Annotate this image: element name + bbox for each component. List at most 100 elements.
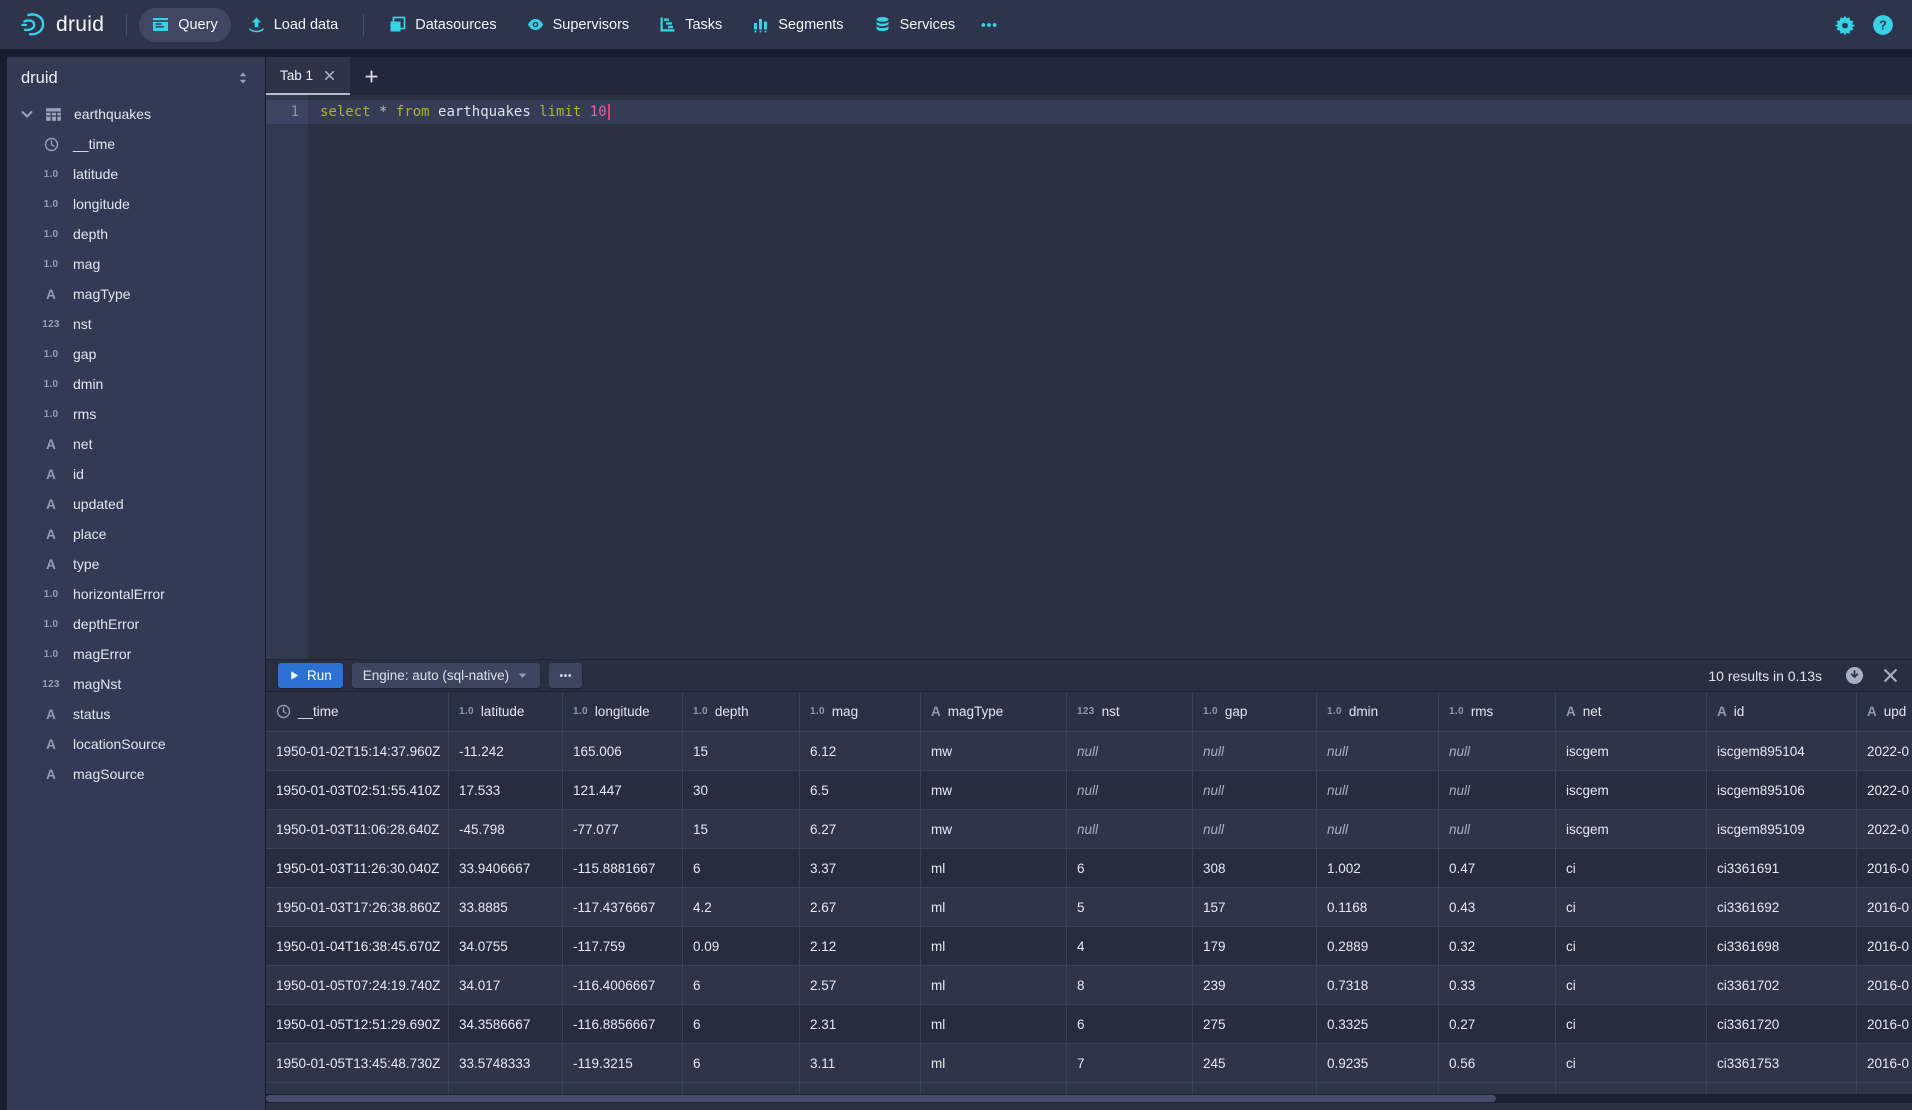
table-cell[interactable]: 5	[1067, 888, 1193, 927]
tab-close-icon[interactable]	[323, 69, 336, 82]
table-cell[interactable]: ci	[1556, 849, 1707, 888]
nav-more-button[interactable]	[968, 8, 1010, 42]
table-cell[interactable]: 6.5	[800, 771, 921, 810]
table-cell[interactable]: -117.4376667	[563, 888, 683, 927]
table-cell[interactable]: null	[1067, 771, 1193, 810]
table-cell[interactable]: 1950-01-03T11:26:30.040Z	[266, 849, 449, 888]
table-cell[interactable]: 6	[683, 1005, 800, 1044]
table-cell[interactable]: 2016-0	[1857, 849, 1912, 888]
column-header-id[interactable]: Aid	[1707, 692, 1857, 731]
table-cell[interactable]: 0.32	[1439, 927, 1556, 966]
column-header-net[interactable]: Anet	[1556, 692, 1707, 731]
scrollbar-thumb[interactable]	[266, 1095, 1496, 1102]
table-cell[interactable]: 2022-0	[1857, 771, 1912, 810]
table-cell[interactable]: 1950-01-05T07:24:19.740Z	[266, 966, 449, 1005]
table-cell[interactable]: 2022-0	[1857, 732, 1912, 771]
table-cell[interactable]: iscgem	[1556, 771, 1707, 810]
nav-item-load-data[interactable]: Load data	[235, 8, 352, 42]
column-header-nst[interactable]: 123nst	[1067, 692, 1193, 731]
double-caret-vertical-icon[interactable]	[235, 70, 251, 86]
table-cell[interactable]: 6.27	[800, 810, 921, 849]
table-cell[interactable]: 17.533	[449, 771, 563, 810]
sidebar-column-mag[interactable]: 1.0mag	[7, 249, 265, 279]
table-cell[interactable]: null	[1193, 810, 1317, 849]
settings-button[interactable]	[1834, 14, 1856, 36]
table-cell[interactable]: 0.2889	[1317, 927, 1439, 966]
table-cell[interactable]: 8	[1067, 966, 1193, 1005]
table-cell[interactable]: 1950-01-02T15:14:37.960Z	[266, 732, 449, 771]
table-cell[interactable]: 6	[1067, 849, 1193, 888]
table-cell[interactable]: 0.43	[1439, 888, 1556, 927]
table-cell[interactable]: 2.57	[800, 966, 921, 1005]
tab-tab1[interactable]: Tab 1	[266, 57, 350, 95]
sql-query-text[interactable]: select * from earthquakes limit 10	[308, 104, 607, 120]
table-cell[interactable]: 2022-0	[1857, 810, 1912, 849]
table-cell[interactable]: 6	[1067, 1005, 1193, 1044]
table-cell[interactable]: 2.31	[800, 1005, 921, 1044]
table-cell[interactable]: iscgem895106	[1707, 771, 1857, 810]
sidebar-column-net[interactable]: Anet	[7, 429, 265, 459]
nav-item-supervisors[interactable]: Supervisors	[514, 8, 643, 42]
sidebar-column-rms[interactable]: 1.0rms	[7, 399, 265, 429]
table-cell[interactable]: 34.0755	[449, 927, 563, 966]
table-cell[interactable]: 2016-0	[1857, 966, 1912, 1005]
sql-line-1[interactable]: 1 select * from earthquakes limit 10	[266, 100, 1912, 124]
table-cell[interactable]: iscgem	[1556, 732, 1707, 771]
column-header-time[interactable]: __time	[266, 692, 449, 731]
table-cell[interactable]: 308	[1193, 849, 1317, 888]
table-cell[interactable]: 2016-0	[1857, 888, 1912, 927]
sidebar-column-status[interactable]: Astatus	[7, 699, 265, 729]
table-cell[interactable]: 0.3325	[1317, 1005, 1439, 1044]
table-cell[interactable]: 1950-01-05T13:45:48.730Z	[266, 1044, 449, 1083]
table-cell[interactable]: ci3361702	[1707, 966, 1857, 1005]
close-results-button[interactable]	[1881, 666, 1900, 685]
table-cell[interactable]: 1.002	[1317, 849, 1439, 888]
table-cell[interactable]: 0.27	[1439, 1005, 1556, 1044]
table-cell[interactable]: 30	[683, 771, 800, 810]
table-cell[interactable]: ml	[921, 927, 1067, 966]
table-cell[interactable]: 0.09	[683, 927, 800, 966]
table-cell[interactable]: 33.5748333	[449, 1044, 563, 1083]
table-cell[interactable]: 7	[1067, 1044, 1193, 1083]
table-cell[interactable]: ci3361691	[1707, 849, 1857, 888]
table-cell[interactable]: 6	[683, 966, 800, 1005]
table-cell[interactable]: ci3361692	[1707, 888, 1857, 927]
sidebar-column-nst[interactable]: 123nst	[7, 309, 265, 339]
table-cell[interactable]: ml	[921, 1044, 1067, 1083]
sidebar-column-longitude[interactable]: 1.0longitude	[7, 189, 265, 219]
table-cell[interactable]: 0.33	[1439, 966, 1556, 1005]
table-cell[interactable]: -116.4006667	[563, 966, 683, 1005]
table-cell[interactable]: -45.798	[449, 810, 563, 849]
sidebar-column-dmin[interactable]: 1.0dmin	[7, 369, 265, 399]
table-cell[interactable]: mw	[921, 732, 1067, 771]
table-cell[interactable]: ci3361698	[1707, 927, 1857, 966]
column-header-rms[interactable]: 1.0rms	[1439, 692, 1556, 731]
druid-logo[interactable]: druid	[10, 11, 114, 38]
chevron-down-icon[interactable]	[19, 106, 35, 122]
table-cell[interactable]: 1950-01-03T11:06:28.640Z	[266, 810, 449, 849]
sidebar-column-depthError[interactable]: 1.0depthError	[7, 609, 265, 639]
column-header-longitude[interactable]: 1.0longitude	[563, 692, 683, 731]
table-cell[interactable]: ml	[921, 849, 1067, 888]
table-cell[interactable]: 4	[1067, 927, 1193, 966]
nav-item-services[interactable]: Services	[861, 8, 969, 42]
sidebar-column-updated[interactable]: Aupdated	[7, 489, 265, 519]
table-cell[interactable]: 239	[1193, 966, 1317, 1005]
table-cell[interactable]: 121.447	[563, 771, 683, 810]
table-cell[interactable]: iscgem895109	[1707, 810, 1857, 849]
table-cell[interactable]: ci	[1556, 966, 1707, 1005]
sidebar-column-horizontalError[interactable]: 1.0horizontalError	[7, 579, 265, 609]
table-cell[interactable]: 1950-01-03T02:51:55.410Z	[266, 771, 449, 810]
table-cell[interactable]: 34.3586667	[449, 1005, 563, 1044]
table-cell[interactable]: null	[1439, 810, 1556, 849]
table-cell[interactable]: null	[1193, 732, 1317, 771]
table-cell[interactable]: 165.006	[563, 732, 683, 771]
table-cell[interactable]: 34.017	[449, 966, 563, 1005]
column-header-upd[interactable]: Aupd	[1857, 692, 1912, 731]
table-cell[interactable]: 157	[1193, 888, 1317, 927]
table-cell[interactable]: ml	[921, 1005, 1067, 1044]
table-cell[interactable]: null	[1193, 771, 1317, 810]
table-cell[interactable]: -11.242	[449, 732, 563, 771]
sidebar-column-gap[interactable]: 1.0gap	[7, 339, 265, 369]
nav-item-segments[interactable]: Segments	[739, 8, 856, 42]
